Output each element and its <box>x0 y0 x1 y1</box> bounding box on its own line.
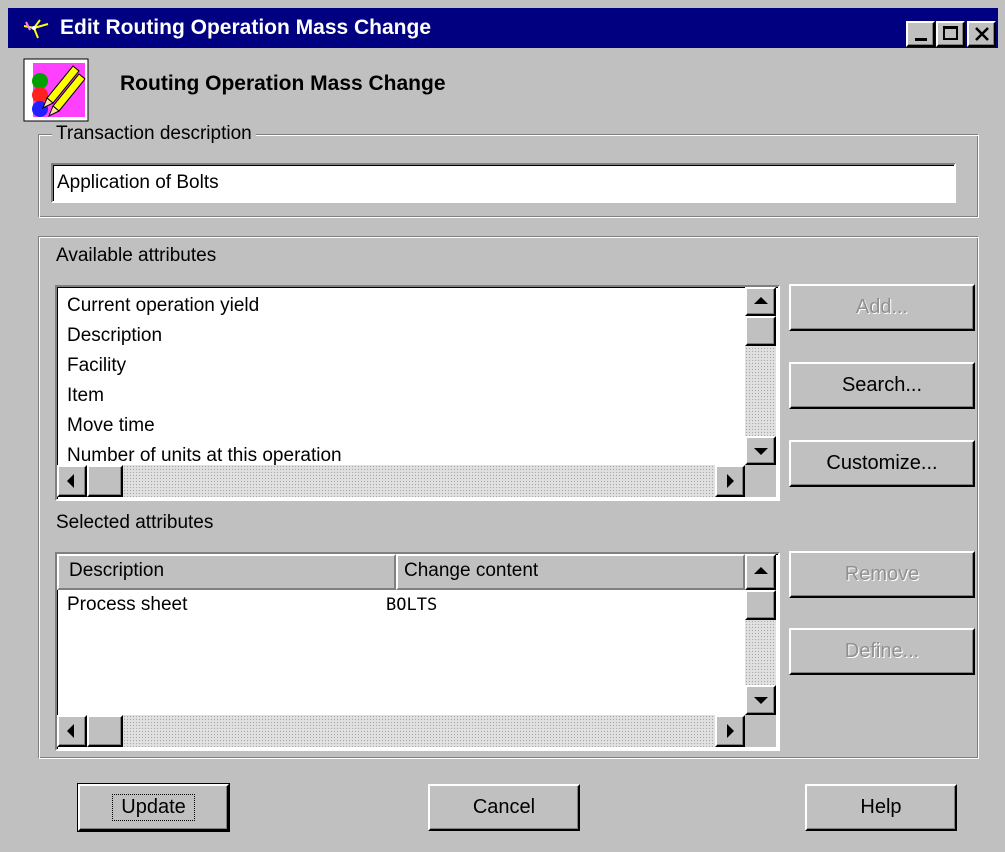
list-item[interactable]: Description <box>67 325 162 347</box>
scroll-right-button[interactable] <box>715 465 745 497</box>
left-arrow-icon <box>67 724 74 738</box>
search-button-label: Search... <box>841 374 923 396</box>
remove-button[interactable]: Remove <box>789 551 975 598</box>
up-arrow-icon <box>753 296 768 304</box>
scroll-down-button[interactable] <box>745 685 776 715</box>
down-arrow-icon <box>753 447 768 455</box>
right-arrow-icon <box>727 474 734 488</box>
selected-attributes-label: Selected attributes <box>56 512 214 533</box>
list-item[interactable]: Move time <box>67 415 155 437</box>
available-attributes-list[interactable]: Current operation yield Description Faci… <box>55 285 780 501</box>
list-item[interactable]: Item <box>67 385 104 407</box>
horizontal-scrollbar[interactable] <box>57 715 745 747</box>
mass-change-pencils-icon <box>23 58 89 122</box>
scroll-thumb[interactable] <box>87 715 123 747</box>
scroll-up-button[interactable] <box>745 554 776 590</box>
maximize-button[interactable] <box>936 21 965 47</box>
routing-logo-icon <box>23 19 49 39</box>
selected-attributes-table[interactable]: Description Change content Process sheet… <box>55 552 780 751</box>
minimize-icon <box>915 38 927 41</box>
close-button[interactable] <box>967 21 996 47</box>
transaction-description-input[interactable] <box>51 163 956 203</box>
down-arrow-icon <box>753 697 768 704</box>
row-description: Process sheet <box>67 594 188 615</box>
define-button[interactable]: Define... <box>789 628 975 675</box>
header-title: Routing Operation Mass Change <box>120 72 446 95</box>
table-row[interactable]: Process sheet BOLTS <box>57 590 745 620</box>
list-item[interactable]: Current operation yield <box>67 295 259 317</box>
minimize-button[interactable] <box>906 21 935 47</box>
add-button[interactable]: Add... <box>789 284 975 331</box>
right-arrow-icon <box>727 724 734 738</box>
scroll-thumb[interactable] <box>87 465 123 497</box>
scroll-thumb[interactable] <box>745 316 776 346</box>
search-button[interactable]: Search... <box>789 362 975 409</box>
cancel-button[interactable]: Cancel <box>428 784 580 831</box>
help-button-label: Help <box>860 796 902 818</box>
scroll-corner <box>745 465 776 497</box>
update-button[interactable]: Update <box>77 783 230 832</box>
scroll-right-button[interactable] <box>715 715 745 747</box>
up-arrow-icon <box>753 567 768 574</box>
scroll-corner <box>745 715 776 747</box>
window-title: Edit Routing Operation Mass Change <box>60 16 432 39</box>
maximize-icon <box>943 26 958 40</box>
list-item[interactable]: Number of units at this operation <box>67 445 342 467</box>
column-header-description[interactable]: Description <box>57 554 396 590</box>
column-header-change-content[interactable]: Change content <box>396 554 745 590</box>
add-button-label: Add... <box>855 296 909 318</box>
horizontal-scrollbar[interactable] <box>57 465 745 497</box>
title-bar[interactable]: Edit Routing Operation Mass Change <box>8 8 998 48</box>
scroll-left-button[interactable] <box>57 715 87 747</box>
transaction-description-legend: Transaction description <box>52 123 256 145</box>
cancel-button-label: Cancel <box>472 796 536 818</box>
close-icon <box>975 27 989 41</box>
remove-button-label: Remove <box>844 563 920 585</box>
define-button-label: Define... <box>844 640 920 662</box>
update-button-label: Update <box>112 794 195 821</box>
scroll-down-button[interactable] <box>745 436 776 465</box>
row-change-content: BOLTS <box>386 595 438 615</box>
customize-button[interactable]: Customize... <box>789 440 975 487</box>
list-item[interactable]: Facility <box>67 355 126 377</box>
customize-button-label: Customize... <box>826 452 938 474</box>
scroll-up-button[interactable] <box>745 287 776 316</box>
available-attributes-label: Available attributes <box>56 245 217 266</box>
help-button[interactable]: Help <box>805 784 957 831</box>
scroll-left-button[interactable] <box>57 465 87 497</box>
scroll-thumb[interactable] <box>745 590 776 620</box>
left-arrow-icon <box>67 474 74 488</box>
